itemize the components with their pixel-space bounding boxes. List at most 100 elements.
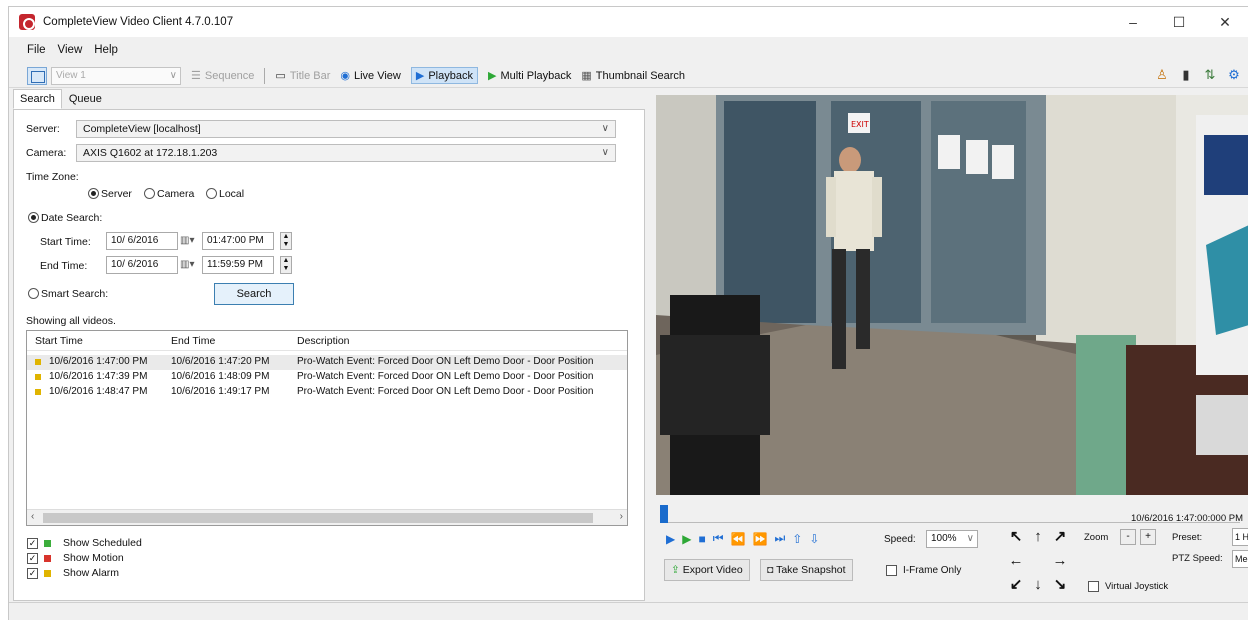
table-row[interactable]: 10/6/2016 1:47:00 PM 10/6/2016 1:47:20 P… — [27, 355, 627, 370]
tab-search[interactable]: Search — [13, 89, 62, 109]
arrow-down-icon[interactable]: ↓ — [1028, 575, 1048, 595]
export-video-button[interactable]: ⇪ Export Video — [664, 559, 750, 581]
end-time-field[interactable]: 11:59:59 PM — [202, 256, 274, 274]
col-start-time[interactable]: Start Time — [35, 335, 83, 347]
playback-timestamp: 10/6/2016 1:47:00:000 PM — [1131, 513, 1243, 524]
arrow-left-icon[interactable]: ← — [1006, 551, 1026, 571]
checkbox-icon[interactable] — [1088, 581, 1099, 592]
multi-playback-label: Multi Playback — [500, 69, 572, 82]
play-forward-icon[interactable]: ▶ — [682, 532, 691, 546]
legend-scheduled[interactable]: ✓ Show Scheduled — [27, 537, 142, 549]
speed-down-icon[interactable]: ⇩ — [809, 532, 819, 546]
col-description[interactable]: Description — [297, 335, 350, 347]
checkbox-icon[interactable] — [886, 565, 897, 576]
thumbnail-search-button[interactable]: ▦ Thumbnail Search — [581, 69, 685, 83]
step-back-icon[interactable]: ⏪ — [731, 532, 746, 546]
search-button[interactable]: Search — [214, 283, 294, 305]
tz-local-option[interactable]: Local — [206, 188, 244, 200]
date-search-option[interactable]: Date Search: — [28, 212, 102, 224]
preset-select[interactable]: 1 H — [1232, 528, 1248, 546]
sequence-label: Sequence — [204, 69, 255, 82]
multi-playback-button[interactable]: ▶ Multi Playback — [488, 69, 572, 83]
tz-local-label: Local — [219, 188, 245, 200]
end-time-spinner[interactable]: ▲ ▼ — [280, 256, 292, 274]
start-time-spinner[interactable]: ▲ ▼ — [280, 232, 292, 250]
layout-icon[interactable] — [27, 66, 47, 85]
arrow-up-right-icon[interactable]: ↗ — [1050, 527, 1070, 547]
zoom-out-button[interactable]: - — [1120, 529, 1136, 545]
speed-up-icon[interactable]: ⇧ — [792, 532, 802, 546]
view-select[interactable]: View 1 ∨ — [51, 66, 181, 85]
tz-server-option[interactable]: Server — [88, 188, 132, 200]
skip-start-icon[interactable]: ⏮ — [713, 531, 724, 546]
server-icon[interactable]: ▮ — [1178, 67, 1194, 83]
checkbox-checked-icon[interactable]: ✓ — [27, 537, 38, 549]
menu-view[interactable]: View — [58, 44, 83, 56]
server-label: Server: — [26, 123, 60, 135]
network-icon[interactable]: ⇅ — [1202, 67, 1218, 83]
end-date-field[interactable]: 10/ 6/2016 — [106, 256, 178, 274]
checkbox-checked-icon[interactable]: ✓ — [27, 567, 38, 579]
title-bar-button[interactable]: ▭ Title Bar — [275, 69, 330, 83]
exit-sign-text: EXIT — [851, 120, 869, 129]
ptz-speed-label: PTZ Speed: — [1172, 553, 1223, 564]
calendar-icon[interactable]: ▥▾ — [180, 232, 202, 250]
start-time-field[interactable]: 01:47:00 PM — [202, 232, 274, 250]
menu-file[interactable]: File — [27, 44, 46, 56]
users-icon[interactable]: ♙ — [1154, 67, 1170, 83]
scrollbar-thumb[interactable] — [43, 513, 593, 523]
row-desc: Pro-Watch Event: Forced Door ON Left Dem… — [297, 371, 594, 382]
scroll-left-icon[interactable]: ‹ — [31, 511, 34, 522]
close-button[interactable]: ✕ — [1202, 7, 1248, 37]
take-snapshot-button[interactable]: ◘ Take Snapshot — [760, 559, 853, 581]
sequence-button[interactable]: ☰ Sequence — [191, 69, 255, 83]
table-row[interactable]: 10/6/2016 1:47:39 PM 10/6/2016 1:48:09 P… — [27, 370, 627, 385]
virtual-joystick-option[interactable]: Virtual Joystick — [1088, 581, 1168, 592]
playback-controls: ▶ ▶ ■ ⏮ ⏪ ⏩ ⏭ ⇧ ⇩ — [666, 531, 826, 546]
speed-select[interactable]: 100% ∨ — [926, 530, 978, 548]
live-view-button[interactable]: ◉ Live View — [340, 69, 401, 83]
tab-queue[interactable]: Queue — [62, 89, 109, 109]
settings-icon[interactable]: ⚙ — [1226, 67, 1242, 83]
arrow-down-right-icon[interactable]: ↘ — [1050, 575, 1070, 595]
ptz-speed-select[interactable]: Med — [1232, 550, 1248, 568]
export-video-label: Export Video — [682, 564, 743, 576]
maximize-button[interactable]: ☐ — [1156, 7, 1202, 37]
video-feed[interactable]: EXIT — [656, 95, 1248, 495]
iframe-only-option[interactable]: I-Frame Only — [886, 565, 961, 576]
checkbox-checked-icon[interactable]: ✓ — [27, 552, 38, 564]
playback-button[interactable]: ▶ Playback — [410, 67, 478, 84]
camera-select[interactable]: AXIS Q1602 at 172.18.1.203 ∨ — [76, 144, 616, 162]
menu-bar: File View Help — [9, 40, 130, 60]
step-forward-icon[interactable]: ⏩ — [752, 532, 767, 546]
timeline-handle[interactable] — [660, 505, 668, 523]
view-select-value: View 1 — [56, 69, 86, 81]
horizontal-scrollbar[interactable]: ‹ › — [27, 509, 627, 525]
arrow-up-icon[interactable]: ↑ — [1028, 527, 1048, 547]
zoom-in-button[interactable]: + — [1140, 529, 1156, 545]
col-end-time[interactable]: End Time — [171, 335, 215, 347]
play-icon[interactable]: ▶ — [666, 532, 675, 546]
arrow-right-icon[interactable]: → — [1050, 551, 1070, 571]
stop-icon[interactable]: ■ — [698, 532, 705, 546]
table-row[interactable]: 10/6/2016 1:48:47 PM 10/6/2016 1:49:17 P… — [27, 385, 627, 400]
export-icon: ⇪ — [671, 564, 680, 576]
legend-scheduled-label: Show Scheduled — [63, 537, 142, 549]
radio-icon — [28, 288, 39, 299]
legend-motion[interactable]: ✓ Show Motion — [27, 552, 124, 564]
calendar-icon[interactable]: ▥▾ — [180, 256, 202, 274]
smart-search-option[interactable]: Smart Search: — [28, 288, 108, 300]
menu-help[interactable]: Help — [94, 44, 118, 56]
arrow-down-left-icon[interactable]: ↙ — [1006, 575, 1026, 595]
arrow-up-left-icon[interactable]: ↖ — [1006, 527, 1026, 547]
playback-panel: EXIT 10/6/2016 1:47:00:000 PM ▶ ▶ ■ ⏮ ⏪ … — [652, 89, 1248, 599]
play-icon: ▶ — [415, 70, 425, 82]
tz-camera-option[interactable]: Camera — [144, 188, 194, 200]
alarm-dot-icon — [35, 359, 41, 365]
start-date-field[interactable]: 10/ 6/2016 — [106, 232, 178, 250]
server-select[interactable]: CompleteView [localhost] ∨ — [76, 120, 616, 138]
skip-end-icon[interactable]: ⏭ — [774, 531, 785, 546]
scroll-right-icon[interactable]: › — [620, 511, 623, 522]
minimize-button[interactable]: – — [1110, 7, 1156, 37]
legend-alarm[interactable]: ✓ Show Alarm — [27, 567, 119, 579]
